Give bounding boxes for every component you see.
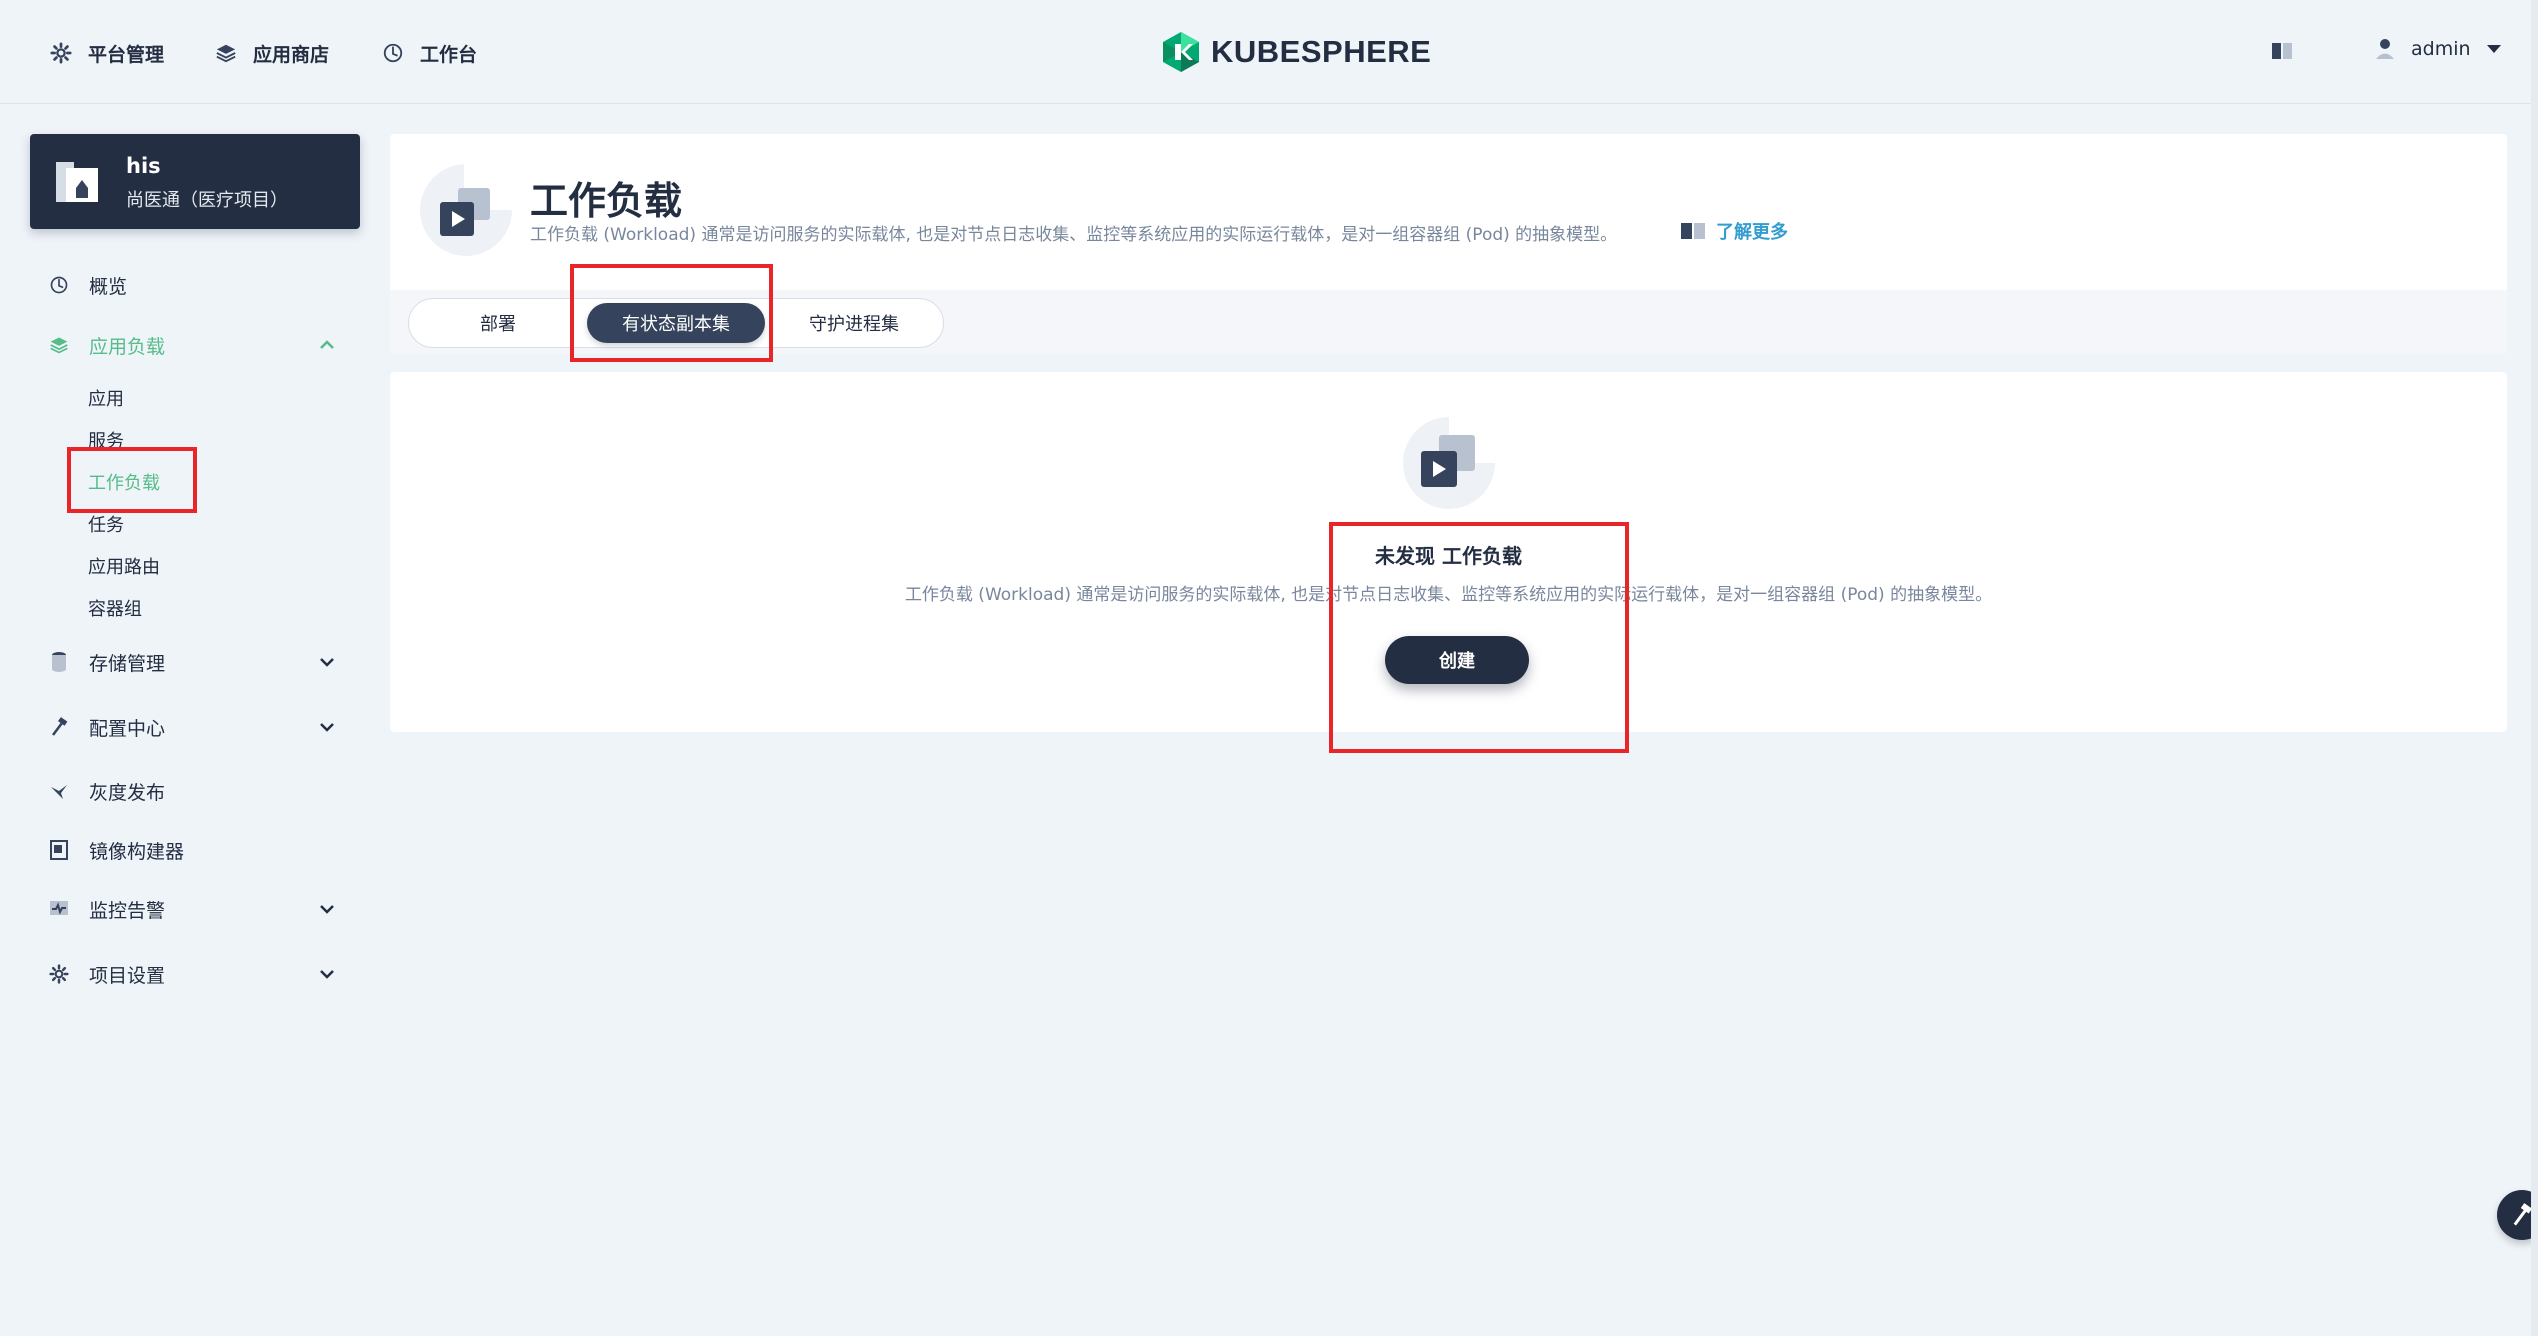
- sidebar-item-label: 配置中心: [89, 717, 166, 740]
- chevron-down-icon: [320, 905, 334, 914]
- top-bar: 平台管理 应用商店 工作台 KUBESPHERE admin: [0, 0, 2538, 104]
- sidebar-item-label: 镜像构建器: [89, 840, 185, 863]
- project-icon: [56, 162, 98, 202]
- project-name: his: [126, 154, 161, 178]
- project-description: 尚医通（医疗项目）: [126, 190, 288, 211]
- annotation-box-sidebar: [67, 447, 197, 513]
- sidebar-item-label: 项目设置: [89, 964, 166, 987]
- gear-icon: [50, 42, 72, 64]
- page-description: 工作负载 (Workload) 通常是访问服务的实际载体, 也是对节点日志收集、…: [530, 225, 1618, 245]
- gear-icon: [48, 963, 70, 985]
- sidebar-item-config[interactable]: 配置中心: [48, 709, 348, 745]
- workload-icon: [420, 164, 512, 256]
- database-icon: [48, 651, 70, 673]
- learn-more-link[interactable]: 了解更多: [1680, 218, 1788, 244]
- chevron-down-icon: [320, 723, 334, 732]
- annotation-box-create: [1329, 522, 1629, 753]
- sidebar-item-grayscale[interactable]: 灰度发布: [48, 773, 348, 809]
- sidebar-subitem-ingress[interactable]: 应用路由: [88, 553, 160, 579]
- monitor-icon: [48, 898, 70, 920]
- chevron-up-icon: [320, 340, 334, 349]
- scrollbar[interactable]: [2531, 0, 2538, 1336]
- user-menu[interactable]: admin: [2375, 38, 2501, 60]
- dashboard-icon: [383, 43, 403, 63]
- layers-icon: [48, 334, 70, 356]
- sidebar-subitem-apps[interactable]: 应用: [88, 385, 124, 411]
- sidebar-item-image-builder[interactable]: 镜像构建器: [48, 832, 348, 868]
- nav-platform-label: 平台管理: [88, 43, 165, 66]
- logo-text: KUBESPHERE: [1211, 34, 1432, 69]
- annotation-box-tab: [570, 264, 773, 362]
- image-builder-icon: [48, 839, 70, 861]
- sidebar-subitem-jobs[interactable]: 任务: [88, 511, 124, 537]
- username: admin: [2411, 38, 2471, 60]
- chevron-down-icon: [320, 970, 334, 979]
- sidebar-item-storage[interactable]: 存储管理: [48, 644, 348, 680]
- project-card[interactable]: his 尚医通（医疗项目）: [30, 134, 360, 229]
- kubesphere-logo-icon: [1163, 32, 1199, 72]
- book-icon[interactable]: [2271, 42, 2293, 60]
- nav-app-store-label: 应用商店: [253, 43, 330, 66]
- chevron-down-icon: [320, 658, 334, 667]
- nav-workbench-label: 工作台: [420, 43, 478, 66]
- workload-icon: [1403, 417, 1495, 509]
- dashboard-icon: [48, 274, 70, 296]
- sidebar-item-label: 灰度发布: [89, 781, 166, 804]
- sidebar-item-overview[interactable]: 概览: [48, 267, 348, 303]
- layers-icon: [216, 44, 236, 63]
- nav-workbench[interactable]: 工作台: [382, 37, 477, 69]
- bird-icon: [48, 780, 70, 802]
- sidebar-item-label: 概览: [89, 275, 128, 298]
- sidebar-item-project-settings[interactable]: 项目设置: [48, 956, 348, 992]
- tab-deployments[interactable]: 部署: [409, 303, 587, 343]
- sidebar-item-label: 存储管理: [89, 652, 166, 675]
- sidebar-item-app-workloads[interactable]: 应用负载: [48, 327, 348, 363]
- caret-down-icon: [2486, 45, 2501, 53]
- nav-app-store[interactable]: 应用商店: [215, 37, 329, 69]
- learn-more-label: 了解更多: [1716, 222, 1788, 243]
- sidebar-item-label: 应用负载: [89, 335, 166, 358]
- kubesphere-logo[interactable]: KUBESPHERE: [1161, 30, 1431, 74]
- sidebar-item-monitoring[interactable]: 监控告警: [48, 891, 348, 927]
- sidebar-subitem-pods[interactable]: 容器组: [88, 595, 142, 621]
- tab-daemonsets[interactable]: 守护进程集: [765, 303, 943, 343]
- sidebar-item-label: 监控告警: [89, 899, 166, 922]
- hammer-icon: [48, 716, 70, 738]
- book-icon: [1681, 223, 1705, 239]
- nav-platform-management[interactable]: 平台管理: [50, 37, 164, 69]
- page-title: 工作负载: [530, 179, 683, 223]
- user-icon: [2376, 39, 2394, 59]
